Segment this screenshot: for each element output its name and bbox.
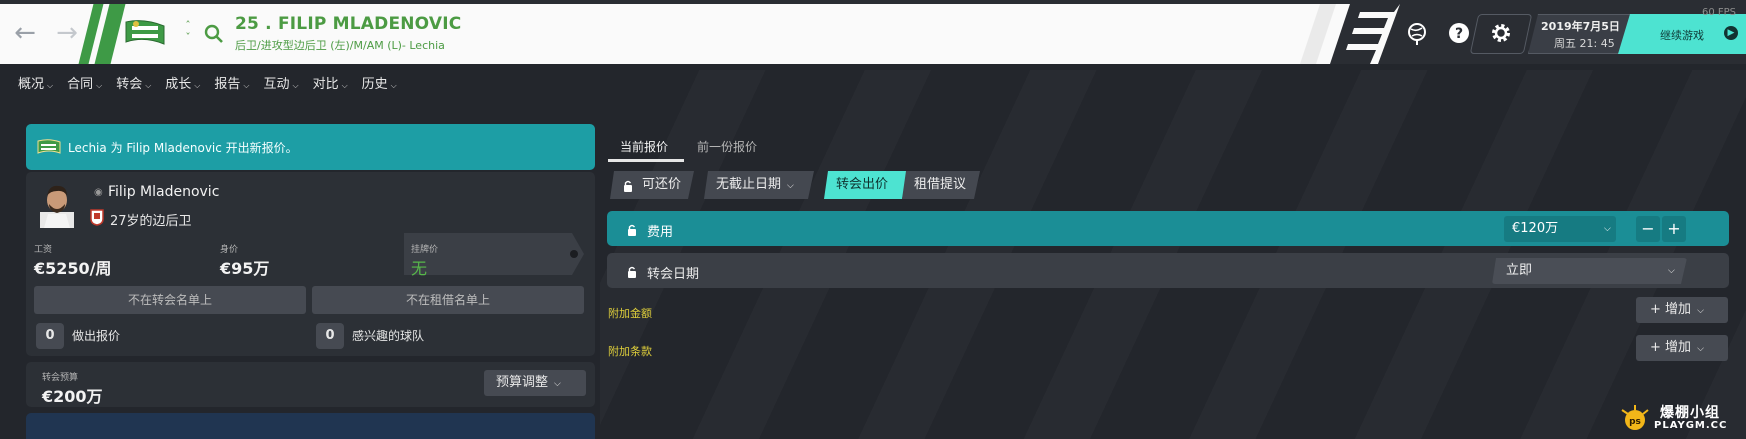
transfer-list-status[interactable]: 不在转会名单上 — [34, 286, 306, 314]
person-icon: ◉ — [94, 187, 103, 198]
club-flag-icon — [37, 139, 61, 154]
chevron-down-icon: ⌵ — [96, 81, 103, 90]
player-switch-chevrons-icon[interactable]: ˆˇ — [180, 20, 196, 48]
plus-icon: + — [1650, 302, 1661, 317]
search-icon[interactable] — [204, 24, 224, 44]
deadline-dropdown[interactable]: 无截止日期 ⌵ — [704, 171, 814, 199]
chevron-down-icon: ⌵ — [243, 81, 250, 90]
player-avatar[interactable] — [40, 182, 74, 228]
player-age-position: 27岁的边后卫 — [110, 214, 192, 229]
club-flag-icon — [125, 20, 165, 45]
player-menu-bar: 概况 ⌵ 合同 ⌵ 转会 ⌵ 成长 ⌵ 报告 ⌵ 互动 ⌵ 对比 ⌵ 历史 ⌵ — [18, 73, 411, 92]
transfer-date-dropdown[interactable]: 立即 ⌵ — [1492, 258, 1687, 284]
menu-reports[interactable]: 报告 ⌵ — [214, 73, 250, 92]
unlock-icon[interactable] — [627, 266, 637, 278]
svg-text:?: ? — [1455, 26, 1463, 42]
wage-value: €5250/周 — [34, 259, 112, 278]
chevron-down-icon: ⌵ — [1668, 266, 1675, 276]
continue-label[interactable]: 继续游戏 — [1660, 27, 1704, 43]
loan-list-status[interactable]: 不在租借名单上 — [312, 286, 584, 314]
play-icon[interactable]: ▶ — [1724, 26, 1738, 40]
fee-decrease-button[interactable]: − — [1636, 216, 1660, 242]
chevron-down-icon: ⌵ — [145, 81, 152, 90]
watermark-url: PLAYGM.CC — [1654, 420, 1728, 431]
asking-price-dot — [570, 250, 578, 258]
page-title: 25 . FILIP MLADENOVIC — [235, 14, 462, 34]
menu-transfer[interactable]: 转会 ⌵ — [116, 73, 152, 92]
current-date: 2019年7月5日 — [1541, 20, 1620, 33]
additional-clauses-label: 附加条款 — [608, 345, 652, 358]
asking-price-label: 挂牌价 — [411, 245, 439, 255]
fps-counter: 60 FPS — [1702, 7, 1737, 18]
bids-label: 做出报价 — [72, 329, 121, 343]
tab-current-offer[interactable]: 当前报价 — [620, 138, 668, 155]
chevron-down-icon: ⌵ — [1697, 306, 1704, 316]
plus-icon: + — [1650, 340, 1661, 355]
market-value: €95万 — [220, 259, 270, 278]
chevron-down-icon: ⌵ — [194, 81, 201, 90]
svg-text:ps: ps — [1629, 417, 1641, 427]
chevron-down-icon: ⌵ — [1604, 224, 1611, 234]
chevron-down-icon: ⌵ — [341, 81, 348, 90]
back-arrow-icon[interactable]: ← — [10, 18, 40, 48]
chevron-down-icon: ⌵ — [787, 181, 794, 191]
menu-history[interactable]: 历史 ⌵ — [362, 73, 397, 92]
menu-overview[interactable]: 概况 ⌵ — [18, 73, 54, 92]
player-position-subtitle: 后卫/进攻型边后卫 (左)/M/AM (L)- Lechia — [235, 39, 445, 52]
chevron-down-icon: ⌵ — [390, 81, 397, 90]
menu-development[interactable]: 成长 ⌵ — [165, 73, 201, 92]
transfer-date-label: 转会日期 — [647, 267, 700, 282]
bids-count: 0 — [36, 323, 64, 349]
value-label: 身价 — [220, 245, 239, 255]
add-clause-button[interactable]: + 增加 ⌵ — [1636, 335, 1728, 361]
menu-contract[interactable]: 合同 ⌵ — [67, 73, 103, 92]
wage-label: 工资 — [34, 245, 53, 255]
unlock-icon[interactable] — [627, 224, 637, 236]
interested-clubs-count: 0 — [316, 323, 344, 349]
gear-icon[interactable] — [1488, 20, 1514, 46]
unlock-icon — [624, 180, 632, 192]
loan-offer-toggle[interactable]: 租借提议 — [902, 171, 980, 199]
menu-compare[interactable]: 对比 ⌵ — [313, 73, 348, 92]
tab-previous-offer[interactable]: 前一份报价 — [697, 138, 757, 155]
chevron-down-icon: ⌵ — [554, 379, 561, 389]
help-icon[interactable]: ? — [1446, 20, 1472, 46]
fee-label: 费用 — [647, 225, 674, 240]
add-fee-button[interactable]: + 增加 ⌵ — [1636, 297, 1728, 323]
transfer-offer-toggle[interactable]: 转会出价 — [824, 171, 908, 199]
additional-fees-label: 附加金额 — [608, 307, 652, 320]
chevron-down-icon: ⌵ — [1697, 344, 1704, 354]
current-time: 周五 21: 45 — [1554, 37, 1615, 50]
forward-arrow-icon[interactable]: → — [52, 18, 82, 48]
serbia-flag-icon — [90, 209, 104, 226]
next-panel — [26, 413, 595, 439]
watermark-text: 爆棚小组 — [1660, 405, 1720, 421]
asking-price-value: 无 — [411, 259, 428, 278]
chevron-down-icon: ⌵ — [47, 81, 54, 90]
menu-interaction[interactable]: 互动 ⌵ — [263, 73, 299, 92]
globe-icon[interactable] — [1404, 20, 1430, 46]
tab-underline — [608, 159, 684, 162]
fee-increase-button[interactable]: + — [1662, 216, 1686, 242]
budget-label: 转会预算 — [42, 373, 79, 383]
interested-clubs-label: 感兴趣的球队 — [352, 329, 425, 343]
header-decoration — [1300, 4, 1400, 64]
chevron-down-icon: ⌵ — [292, 81, 299, 90]
notice-text: Lechia 为 Filip Mladenovic 开出新报价。 — [68, 141, 298, 155]
player-name[interactable]: Filip Mladenovic — [108, 184, 219, 200]
watermark-logo: ps — [1621, 405, 1649, 430]
budget-value: €200万 — [42, 387, 103, 406]
budget-adjust-button[interactable]: 预算调整 ⌵ — [484, 370, 586, 396]
fee-amount-dropdown[interactable]: €120万 — [1504, 216, 1616, 242]
